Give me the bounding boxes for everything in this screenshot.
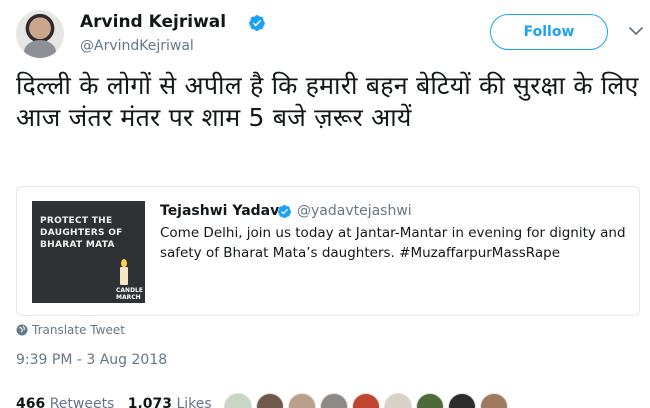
quoted-tweet-image[interactable]: PROTECT THE DAUGHTERS OF BHARAT MATA CAN… xyxy=(32,201,145,303)
verified-badge-icon xyxy=(249,15,265,31)
avatar[interactable] xyxy=(416,393,444,408)
retweets-count[interactable]: 466 xyxy=(16,396,45,408)
translate-label[interactable]: Translate Tweet xyxy=(32,323,125,337)
quoted-author-name[interactable]: Tejashwi Yadav xyxy=(160,203,279,219)
liker-avatars xyxy=(224,393,508,408)
chevron-down-icon[interactable] xyxy=(628,24,644,38)
candle-icon xyxy=(120,267,128,285)
quoted-tweet[interactable]: PROTECT THE DAUGHTERS OF BHARAT MATA CAN… xyxy=(16,186,640,316)
follow-button[interactable]: Follow xyxy=(490,14,608,50)
author-name[interactable]: Arvind Kejriwal xyxy=(80,12,226,32)
image-label: CANDLE MARCH xyxy=(116,287,143,301)
tweet-header: Arvind Kejriwal @ArvindKejriwal Follow xyxy=(16,8,643,58)
globe-icon xyxy=(16,324,28,336)
avatar[interactable] xyxy=(352,393,380,408)
avatar[interactable] xyxy=(288,393,316,408)
avatar[interactable] xyxy=(320,393,348,408)
tweet-timestamp[interactable]: 9:39 PM - 3 Aug 2018 xyxy=(16,352,167,368)
image-caption: PROTECT THE DAUGHTERS OF BHARAT MATA xyxy=(40,216,123,250)
author-handle[interactable]: @ArvindKejriwal xyxy=(80,38,194,54)
tweet-text: दिल्ली के लोगों से अपील है कि हमारी बहन … xyxy=(16,71,639,132)
verified-badge-icon xyxy=(277,204,292,219)
avatar[interactable] xyxy=(256,393,284,408)
avatar[interactable] xyxy=(448,393,476,408)
tweet-stats: 466 Retweets 1,073 Likes xyxy=(16,396,212,408)
likes-count[interactable]: 1,073 xyxy=(128,396,172,408)
candle-flame-icon xyxy=(121,259,127,267)
quoted-author-handle[interactable]: @yadavtejashwi xyxy=(297,203,412,219)
likes-label[interactable]: Likes xyxy=(176,396,211,408)
quoted-tweet-text: Come Delhi, join us today at Jantar-Mant… xyxy=(160,225,626,261)
retweets-label[interactable]: Retweets xyxy=(50,396,115,408)
translate-tweet-link[interactable]: Translate Tweet xyxy=(16,323,125,337)
avatar[interactable] xyxy=(224,393,252,408)
avatar[interactable] xyxy=(16,10,64,58)
avatar[interactable] xyxy=(384,393,412,408)
avatar[interactable] xyxy=(480,393,508,408)
